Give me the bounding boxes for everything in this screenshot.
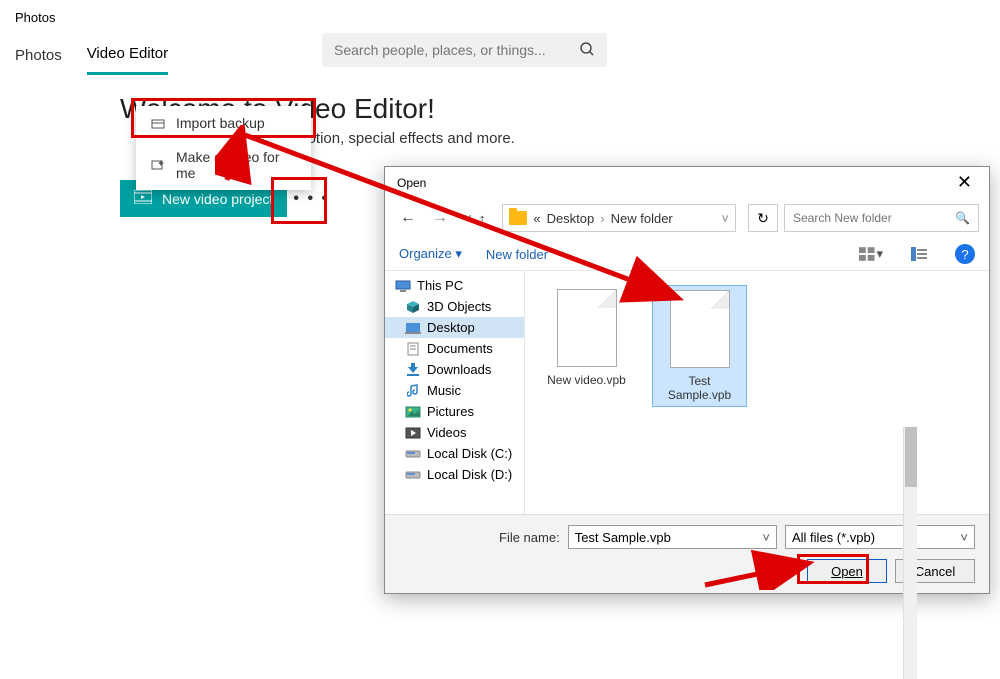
tree-3d-objects[interactable]: 3D Objects [385,296,524,317]
refresh-button[interactable]: ↻ [748,204,778,232]
magic-icon [150,157,166,173]
menu-import-backup[interactable]: Import backup [136,106,311,140]
videos-icon [405,426,421,440]
tree-pictures[interactable]: Pictures [385,401,524,422]
breadcrumb-newfolder[interactable]: New folder [611,211,673,226]
documents-icon [405,342,421,356]
tree-disk-c-label: Local Disk (C:) [427,446,512,461]
file-name-value: Test Sample.vpb [575,530,671,545]
disk-icon [405,468,421,482]
tree-videos-label: Videos [427,425,467,440]
tree-music-label: Music [427,383,461,398]
tree-disk-d-label: Local Disk (D:) [427,467,512,482]
dialog-title: Open [397,176,426,190]
tree-scrollbar[interactable] [903,427,917,679]
tree-disk-d[interactable]: Local Disk (D:) [385,464,524,485]
search-icon [579,41,595,60]
dialog-titlebar: Open ✕ [385,167,989,198]
dialog-nav: ← → ˅ ↑ « Desktop › New folder ˅ ↻ 🔍 [385,198,989,238]
dialog-search[interactable]: 🔍 [784,204,979,232]
downloads-icon [405,363,421,377]
disk-icon [405,447,421,461]
tree-desktop[interactable]: Desktop [385,317,524,338]
menu-make-video[interactable]: Make a video for me [136,140,311,190]
forward-button[interactable]: → [427,209,453,227]
video-icon [134,190,152,207]
chevron-down-icon[interactable]: ˅ [960,530,968,545]
view-thumbnails-icon[interactable]: ▾ [859,244,883,264]
open-button[interactable]: Open [807,559,887,583]
file-icon [670,290,730,368]
cube-icon [405,300,421,314]
folder-icon [509,211,527,225]
file-new-video[interactable]: New video.vpb [539,285,634,391]
tree-videos[interactable]: Videos [385,422,524,443]
search-input[interactable] [334,42,579,58]
tree-this-pc[interactable]: This PC [385,275,524,296]
menu-import-label: Import backup [176,115,265,131]
scroll-thumb[interactable] [905,427,917,487]
close-button[interactable]: ✕ [952,172,977,193]
nav-tabs: Photos Video Editor [0,35,1000,75]
file-icon [557,289,617,367]
chevron-down-icon[interactable]: ˅ [721,211,729,226]
dialog-body: This PC 3D Objects Desktop Documents Dow… [385,271,989,514]
breadcrumb-prefix: « [533,211,540,226]
breadcrumb-desktop[interactable]: Desktop [547,211,595,226]
chevron-right-icon: › [600,211,604,226]
search-bar[interactable] [322,33,607,67]
tab-photos[interactable]: Photos [15,37,62,74]
search-icon: 🔍 [955,211,970,225]
pc-icon [395,279,411,293]
new-project-label: New video project [162,191,273,207]
tree-music[interactable]: Music [385,380,524,401]
back-button[interactable]: ← [395,209,421,227]
chevron-down-icon[interactable]: ˅ [762,530,770,545]
organize-button[interactable]: Organize ▾ [399,246,462,262]
desktop-icon [405,321,421,335]
filter-value: All files (*.vpb) [792,530,875,545]
file-list[interactable]: New video.vpb Test Sample.vpb [525,271,989,514]
file-label: New video.vpb [543,373,630,387]
tree-pictures-label: Pictures [427,404,474,419]
tree-downloads-label: Downloads [427,362,491,377]
tree-documents-label: Documents [427,341,493,356]
breadcrumb[interactable]: « Desktop › New folder ˅ [502,204,736,232]
file-name-input[interactable]: Test Sample.vpb ˅ [568,525,777,549]
file-name-label: File name: [499,530,560,545]
pictures-icon [405,405,421,419]
tree-desktop-label: Desktop [427,320,475,335]
menu-make-video-label: Make a video for me [176,149,297,181]
app-title: Photos [0,0,1000,35]
dialog-footer: File name: Test Sample.vpb ˅ All files (… [385,514,989,593]
music-icon [405,384,421,398]
new-folder-button[interactable]: New folder [486,247,548,262]
tree-this-pc-label: This PC [417,278,463,293]
file-label: Test Sample.vpb [657,374,742,402]
dialog-search-input[interactable] [793,211,955,225]
help-icon[interactable]: ? [955,244,975,264]
folder-tree[interactable]: This PC 3D Objects Desktop Documents Dow… [385,271,525,514]
file-open-dialog: Open ✕ ← → ˅ ↑ « Desktop › New folder ˅ … [384,166,990,594]
view-details-icon[interactable] [907,244,931,264]
tree-downloads[interactable]: Downloads [385,359,524,380]
up-button[interactable]: ˅ ↑ [459,211,490,226]
tree-3d-label: 3D Objects [427,299,491,314]
import-icon [150,115,166,131]
dialog-toolbar: Organize ▾ New folder ▾ ? [385,238,989,271]
tab-video-editor[interactable]: Video Editor [87,35,168,75]
context-menu: Import backup Make a video for me [136,106,311,190]
tree-disk-c[interactable]: Local Disk (C:) [385,443,524,464]
tree-documents[interactable]: Documents [385,338,524,359]
file-type-filter[interactable]: All files (*.vpb) ˅ [785,525,975,549]
file-test-sample[interactable]: Test Sample.vpb [652,285,747,407]
